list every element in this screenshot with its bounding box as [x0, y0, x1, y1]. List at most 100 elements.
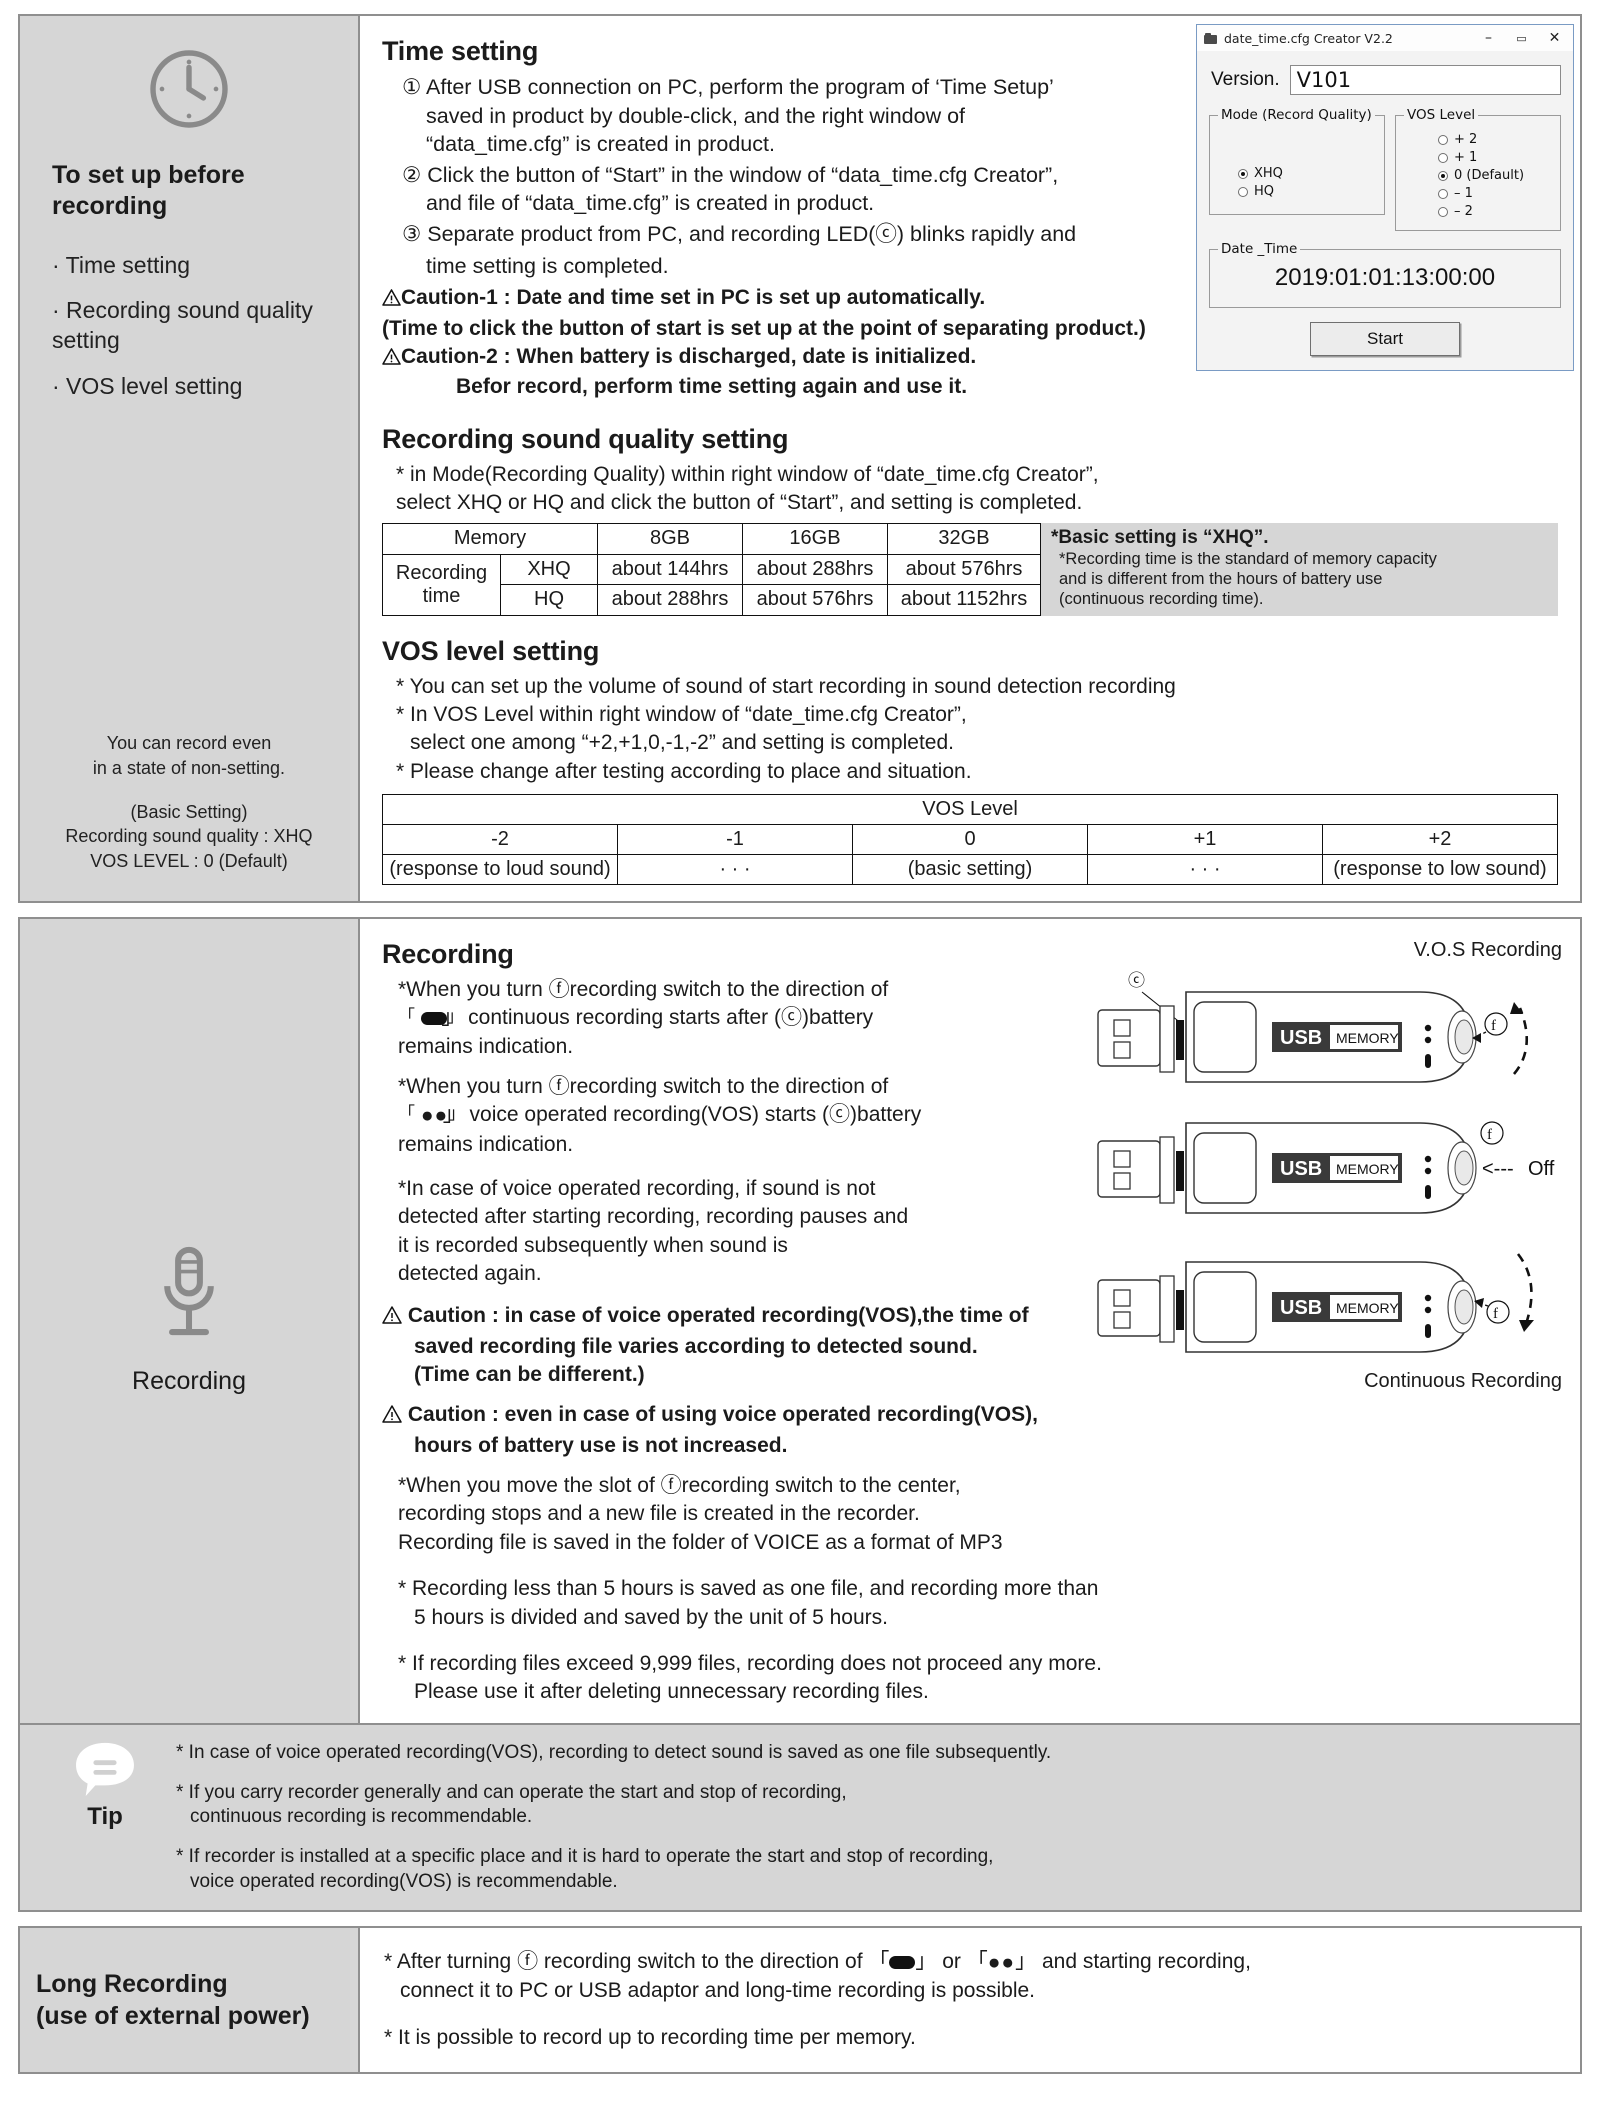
note-line-4: Recording sound quality : XHQ — [65, 826, 313, 847]
step-3-line-1: ③ Separate product from PC, and recordin… — [402, 221, 1077, 246]
long-recording-item-2: * It is possible to record up to recordi… — [384, 2025, 916, 2049]
radio-dot-zero — [1438, 170, 1448, 181]
usb-illustration-off: USB MEMORY f <--- Off — [1090, 1111, 1570, 1236]
td-mode-xhq: XHQ — [500, 553, 598, 586]
p1-line-2: 「 」」 continuous recording starts after (… — [398, 1004, 1022, 1032]
lr-item-1-mid: 」 or 「 — [915, 1950, 988, 1974]
memory-table-wrap: Memory 8GB 16GB 32GB Recording time XHQ … — [382, 523, 1558, 616]
start-button-row: Start — [1209, 322, 1561, 356]
radio-vos-minus2[interactable]: – 2 — [1438, 204, 1552, 219]
th-memory: Memory — [382, 523, 598, 555]
tip-items: * In case of voice operated recording(VO… — [170, 1741, 1560, 1895]
vos-line-4: * Please change after testing according … — [396, 759, 972, 783]
sidebar-recording-title: Recording — [132, 1367, 246, 1396]
note-line-c: (continuous recording time). — [1059, 590, 1264, 609]
sidebar-item-time-setting[interactable]: · Time setting — [52, 251, 344, 281]
p3-line-2: detected after starting recording, recor… — [398, 1205, 909, 1229]
radio-vos-zero[interactable]: 0 (Default) — [1438, 168, 1552, 183]
p4-line-1: *When you move the slot of ⓕrecording sw… — [398, 1474, 961, 1498]
usb-illustration-continuous: USB MEMORY f Continuous Recording — [1090, 1240, 1570, 1393]
vos-desc-plus2: (response to low sound) — [1322, 853, 1558, 885]
svg-text:MEMORY: MEMORY — [1336, 1161, 1399, 1177]
radio-label-xhq: XHQ — [1254, 166, 1283, 181]
sidebar-setup-list: · Time setting · Recording sound quality… — [34, 251, 344, 419]
td-xhq-32gb: about 576hrs — [887, 553, 1041, 586]
section-setup-before-recording: To set up before recording · Time settin… — [18, 14, 1582, 903]
radio-mode-xhq[interactable]: XHQ — [1238, 166, 1283, 181]
usb-label-light: MEMORY — [1336, 1030, 1399, 1046]
radio-label-zero: 0 (Default) — [1454, 168, 1525, 183]
caption-off-arrow: <--- — [1482, 1158, 1514, 1180]
sidebar-item-sound-quality[interactable]: · Recording sound quality setting — [52, 296, 344, 356]
note-line-b: and is different from the hours of batte… — [1059, 570, 1383, 589]
th-16gb: 16GB — [742, 523, 888, 555]
step-2: ② Click the button of “Start” in the win… — [402, 161, 1287, 218]
table-row: VOS Level — [382, 793, 1558, 825]
microphone-icon — [164, 1247, 214, 1336]
vos-level-heading: VOS level setting — [382, 635, 600, 666]
radio-mode-hq[interactable]: HQ — [1238, 184, 1283, 199]
vos-level-zero: 0 — [852, 823, 1088, 855]
radio-vos-plus2[interactable]: + 2 — [1438, 132, 1552, 147]
tip-label: Tip — [87, 1802, 123, 1830]
vos-desc-plus1: · · · — [1087, 853, 1323, 885]
caution-1-line-2: (Time to click the button of start is se… — [382, 316, 1146, 340]
radio-dot-plus1 — [1438, 152, 1448, 163]
recording-paragraph-1: *When you turn ⓕrecording switch to the … — [382, 976, 1022, 1061]
p6-line-1: * If recording files exceed 9,999 files,… — [398, 1651, 1102, 1675]
vos-table-title: VOS Level — [382, 793, 1558, 825]
recording-caution-2: Caution : even in case of using voice op… — [382, 1401, 1072, 1460]
note-line-a: *Recording time is the standard of memor… — [1059, 550, 1437, 569]
long-recording-item-1: * After turning ⓕ recording switch to th… — [384, 1948, 1556, 2006]
section-long-recording: Long Recording (use of external power) *… — [18, 1926, 1582, 2075]
radio-dot-xhq — [1238, 168, 1248, 179]
usb-device-diagram-off: USB MEMORY f <--- Off — [1097, 1121, 1555, 1214]
lr-item-1-pre: * After turning ⓕ recording switch to th… — [384, 1950, 890, 1974]
recording-paragraph-5: * Recording less than 5 hours is saved a… — [382, 1575, 1262, 1632]
p2-line-3: remains indication. — [398, 1132, 574, 1156]
date-time-group: Date _Time 2019:01:01:13:00:00 — [1209, 241, 1561, 308]
rc2-line-2: hours of battery use is not increased. — [414, 1433, 788, 1457]
vos-level-group: VOS Level + 2 + 1 0 (Default) – 1 – 2 — [1395, 107, 1561, 231]
table-row: (response to loud sound) · · · (basic se… — [382, 853, 1558, 885]
radio-vos-plus1[interactable]: + 1 — [1438, 150, 1552, 165]
setup-content: Time setting ① After USB connection on P… — [360, 16, 1580, 901]
note-line-2: in a state of non-setting. — [92, 757, 286, 778]
vos-line-1: * You can set up the volume of sound of … — [396, 674, 1176, 698]
recording-paragraph-3: *In case of voice operated recording, if… — [382, 1175, 1002, 1288]
td-hq-16gb: about 576hrs — [742, 584, 888, 616]
caution-1-line-1: Caution-1 : Date and time set in PC is s… — [401, 286, 986, 310]
sq-line-1: * in Mode(Recording Quality) within righ… — [396, 462, 1099, 486]
radio-dot-minus1 — [1438, 188, 1448, 199]
p5-line-1: * Recording less than 5 hours is saved a… — [398, 1577, 1099, 1601]
warning-triangle-icon-2 — [382, 345, 401, 373]
memory-table-note: *Basic setting is “XHQ”. *Recording time… — [1041, 523, 1558, 616]
radio-vos-minus1[interactable]: – 1 — [1438, 186, 1552, 201]
section-recording: Recording Recording *When you turn ⓕreco… — [18, 916, 1582, 1913]
maximize-icon[interactable]: ▭ — [1505, 26, 1538, 50]
minimize-icon[interactable]: – — [1472, 26, 1505, 50]
vos-line-3: select one among “+2,+1,0,-1,-2” and set… — [410, 731, 954, 755]
tip-item-3: * If recorder is installed at a specific… — [176, 1845, 1560, 1894]
table-header-row: Memory 8GB 16GB 32GB — [382, 523, 1041, 555]
sound-quality-heading: Recording sound quality setting — [382, 423, 789, 454]
p5-line-2: 5 hours is divided and saved by the unit… — [414, 1605, 888, 1629]
date-time-cfg-creator-dialog[interactable]: date_time.cfg Creator V2.2 – ▭ ✕ Version… — [1196, 24, 1574, 371]
bracket-open-2: 「 — [398, 1104, 415, 1124]
note-line-5: VOS LEVEL : 0 (Default) — [90, 850, 288, 871]
close-icon[interactable]: ✕ — [1538, 26, 1571, 50]
radio-label-hq: HQ — [1254, 184, 1275, 199]
tip-item-3-line-1: * If recorder is installed at a specific… — [176, 1846, 994, 1868]
dialog-title: date_time.cfg Creator V2.2 — [1224, 30, 1393, 46]
version-input[interactable]: V101 — [1289, 65, 1561, 95]
step-2-line-2: and file of “data_time.cfg” is created i… — [426, 191, 875, 216]
rc2-line-1: Caution : even in case of using voice op… — [407, 1403, 1038, 1427]
mode-radio-list: XHQ HQ — [1238, 163, 1283, 202]
start-button[interactable]: Start — [1310, 322, 1460, 356]
caption-vos-recording: V.O.S Recording — [1413, 938, 1562, 961]
marker-c-label: ⓒ — [1128, 971, 1145, 990]
tip-item-2: * If you carry recorder generally and ca… — [176, 1781, 1560, 1830]
sidebar-item-vos-level[interactable]: · VOS level setting — [52, 372, 344, 402]
date-time-value[interactable]: 2019:01:01:13:00:00 — [1218, 261, 1552, 299]
td-mode-hq: HQ — [500, 584, 598, 616]
